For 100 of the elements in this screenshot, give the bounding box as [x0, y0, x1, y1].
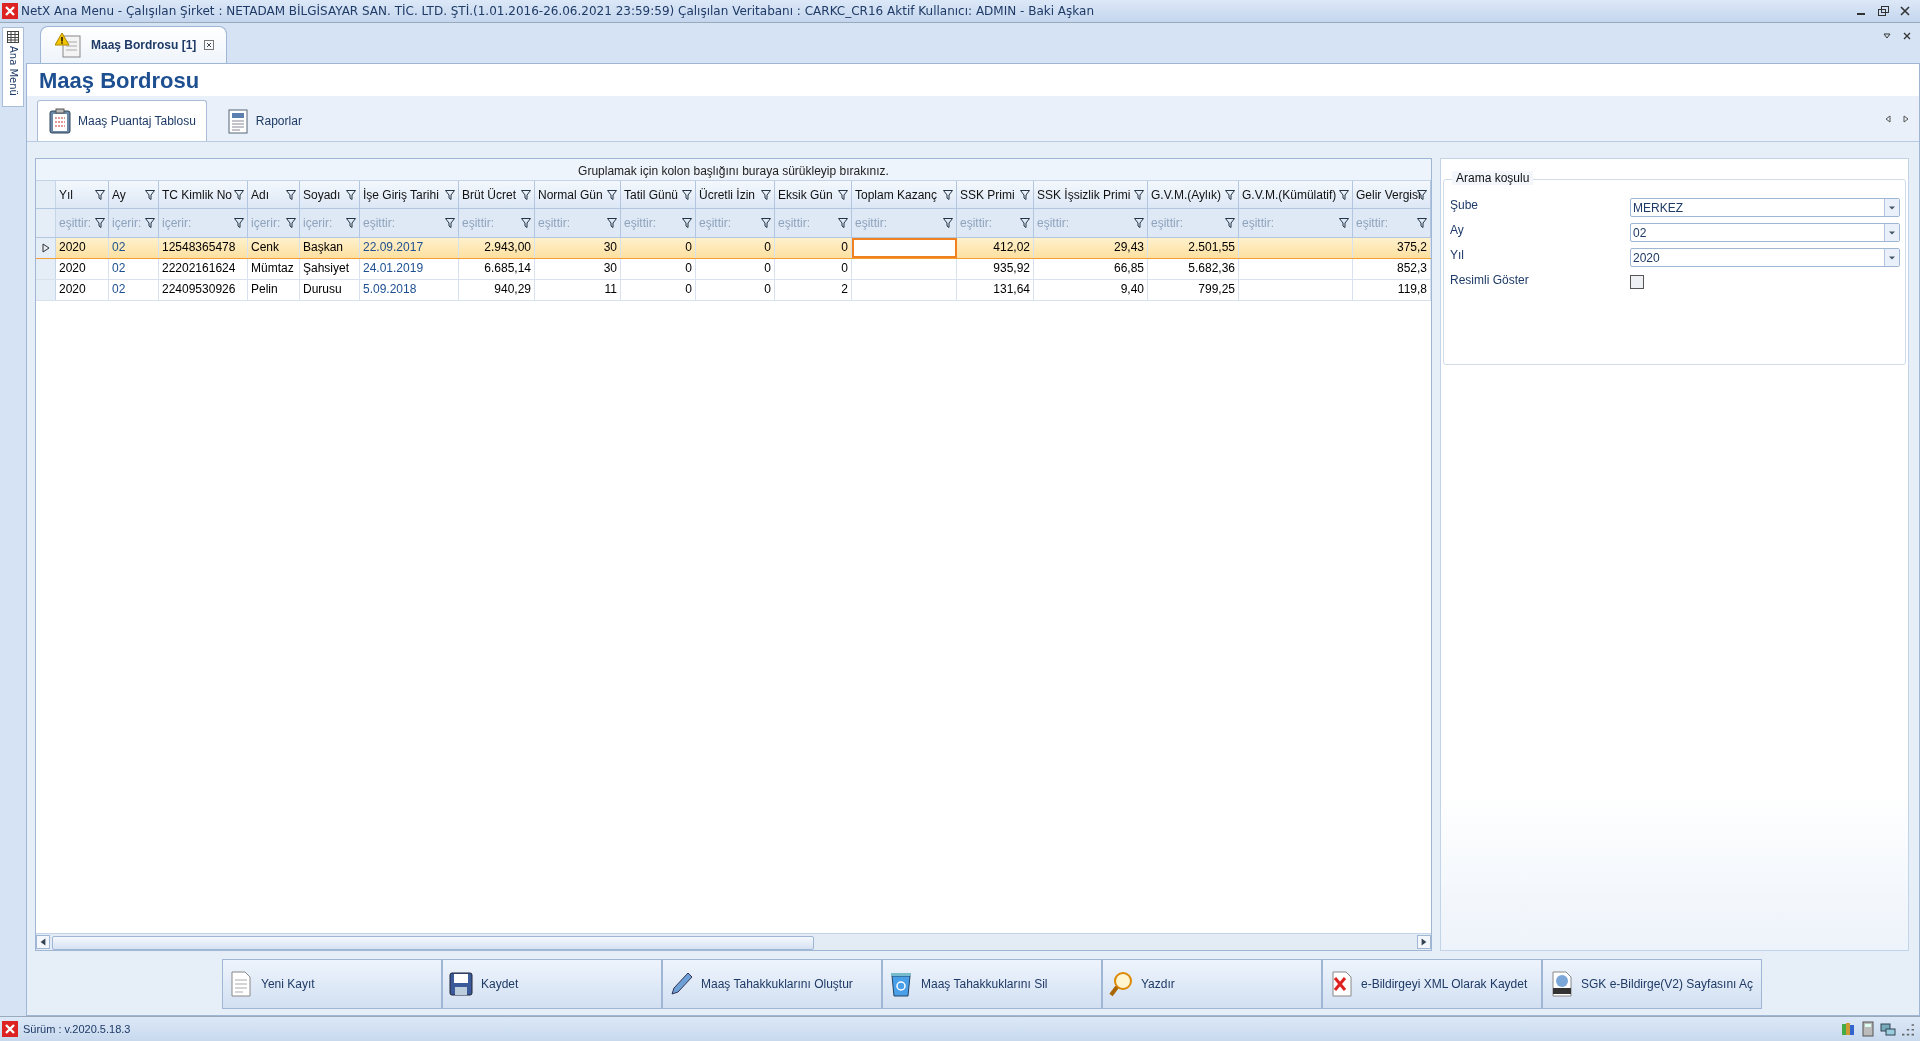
network-icon[interactable] [1880, 1021, 1896, 1037]
column-header[interactable]: İşe Giriş Tarihi [360, 181, 459, 208]
filter-icon[interactable] [682, 218, 692, 228]
grid-icon [7, 31, 19, 43]
action-button[interactable]: Yeni Kayıt [222, 959, 442, 1009]
action-button[interactable]: Kaydet [442, 959, 662, 1009]
column-header[interactable]: SSK Primi [957, 181, 1034, 208]
table-cell: 29,43 [1034, 238, 1148, 258]
filter-icon[interactable] [682, 189, 692, 200]
checkbox[interactable] [1630, 275, 1644, 289]
filter-icon[interactable] [1134, 189, 1144, 200]
filter-icon[interactable] [521, 218, 531, 228]
close-tab-icon[interactable] [204, 40, 215, 50]
column-header[interactable]: Gelir Vergisi [1353, 181, 1431, 208]
scroll-left-icon[interactable] [36, 935, 50, 949]
filter-icon[interactable] [838, 189, 848, 200]
table-cell: 30 [535, 259, 621, 279]
filter-icon[interactable] [145, 189, 155, 200]
scroll-right-icon[interactable] [1417, 935, 1431, 949]
action-button[interactable]: SGK e-Bildirge(V2) Sayfasını Aç [1542, 959, 1762, 1009]
table-cell: 02 [109, 238, 159, 258]
scroll-left-icon[interactable] [1883, 113, 1893, 124]
column-header[interactable]: Eksik Gün [775, 181, 852, 208]
dropdown-field[interactable]: 2020 [1630, 248, 1900, 267]
column-header[interactable]: Brüt Ücret [459, 181, 535, 208]
column-header[interactable]: Adı [248, 181, 300, 208]
filter-icon[interactable] [234, 218, 244, 228]
filter-icon[interactable] [95, 189, 105, 200]
report-icon [225, 108, 250, 134]
column-header[interactable]: G.V.M.(Aylık) [1148, 181, 1239, 208]
filter-icon[interactable] [445, 189, 455, 200]
column-header[interactable]: TC Kimlik No [159, 181, 248, 208]
column-header[interactable]: Tatil Günü [621, 181, 696, 208]
close-icon[interactable] [1898, 4, 1912, 18]
column-header[interactable]: Yıl [56, 181, 109, 208]
calculator-icon[interactable] [1860, 1021, 1876, 1037]
filter-icon[interactable] [234, 189, 244, 200]
app-close-icon[interactable] [2, 3, 18, 19]
filter-icon[interactable] [761, 189, 771, 200]
filter-icon[interactable] [943, 189, 953, 200]
column-header[interactable]: Normal Gün [535, 181, 621, 208]
filter-icon[interactable] [286, 189, 296, 200]
filter-icon[interactable] [445, 218, 455, 228]
action-button[interactable]: Yazdır [1102, 959, 1322, 1009]
horizontal-scrollbar[interactable] [36, 933, 1431, 950]
books-icon[interactable] [1840, 1021, 1856, 1037]
dropdown-field[interactable]: 02 [1630, 223, 1900, 242]
filter-icon[interactable] [838, 218, 848, 228]
close-icon[interactable] [1902, 31, 1912, 41]
filter-icon[interactable] [607, 189, 617, 200]
table-row[interactable]: 2020 02 22409530926 Pelin Durusu 5.09.2018 940,29 11 0 0 2 131,64 9,40 799,25 119,8 [36, 280, 1431, 301]
filter-icon[interactable] [346, 189, 356, 200]
action-button[interactable]: Maaş Tahakkuklarını Sil [882, 959, 1102, 1009]
column-header[interactable]: Toplam Kazanç [852, 181, 957, 208]
table-cell: 852,3 [1353, 259, 1431, 279]
filter-icon[interactable] [95, 218, 105, 228]
filter-icon[interactable] [1339, 218, 1349, 228]
scroll-right-icon[interactable] [1901, 113, 1911, 124]
resize-grip-icon[interactable] [1900, 1021, 1916, 1037]
filter-icon[interactable] [1134, 218, 1144, 228]
filter-icon[interactable] [1339, 189, 1349, 200]
close-icon[interactable] [2, 1021, 18, 1037]
row-indicator[interactable] [36, 238, 56, 258]
main-menu-tab[interactable]: Ana Menü [2, 27, 24, 107]
filter-icon[interactable] [346, 218, 356, 228]
filter-icon[interactable] [607, 218, 617, 228]
table-cell: 12548365478 [159, 238, 248, 258]
table-row[interactable]: 2020 02 12548365478 Cenk Başkan 22.09.2017 2.943,00 30 0 0 0 412,02 29,43 2.501,55 375,2 [36, 238, 1431, 259]
filter-icon[interactable] [943, 218, 953, 228]
table-row[interactable]: 2020 02 22202161624 Mümtaz Şahsiyet 24.01.2019 6.685,14 30 0 0 0 935,92 66,85 5.682,36 852,3 [36, 259, 1431, 280]
table-cell: 799,25 [1148, 280, 1239, 300]
table-cell: 0 [696, 259, 775, 279]
document-tab[interactable]: Maaş Bordrosu [1] [40, 26, 228, 63]
filter-icon[interactable] [761, 218, 771, 228]
filter-icon[interactable] [145, 218, 155, 228]
dropdown-field[interactable]: MERKEZ [1630, 198, 1900, 217]
filter-icon[interactable] [1225, 218, 1235, 228]
column-header[interactable]: Ay [109, 181, 159, 208]
filter-icon[interactable] [1417, 218, 1427, 228]
table-cell: 2020 [56, 280, 109, 300]
column-header[interactable]: Ücretli İzin [696, 181, 775, 208]
filter-icon[interactable] [286, 218, 296, 228]
column-header[interactable]: G.V.M.(Kümülatif) [1239, 181, 1353, 208]
view-tab[interactable]: Maaş Puantaj Tablosu [37, 100, 207, 141]
action-button[interactable]: e-Bildirgeyi XML Olarak Kaydet [1322, 959, 1542, 1009]
view-tab[interactable]: Raporlar [214, 100, 313, 141]
table-cell: 0 [621, 238, 696, 258]
column-header[interactable]: SSK İşsizlik Primi [1034, 181, 1148, 208]
action-button[interactable]: Maaş Tahakkuklarını Oluştur [662, 959, 882, 1009]
filter-icon[interactable] [521, 189, 531, 200]
restore-icon[interactable] [1876, 4, 1890, 18]
column-header[interactable]: Soyadı [300, 181, 360, 208]
filter-icon[interactable] [1020, 189, 1030, 200]
table-cell: 131,64 [957, 280, 1034, 300]
group-title: Arama koşulu [1452, 171, 1534, 185]
scroll-thumb[interactable] [52, 936, 814, 950]
dropdown-icon[interactable] [1882, 31, 1892, 41]
table-cell: 22409530926 [159, 280, 248, 300]
filter-icon[interactable] [1020, 218, 1030, 228]
filter-icon[interactable] [1225, 189, 1235, 200]
